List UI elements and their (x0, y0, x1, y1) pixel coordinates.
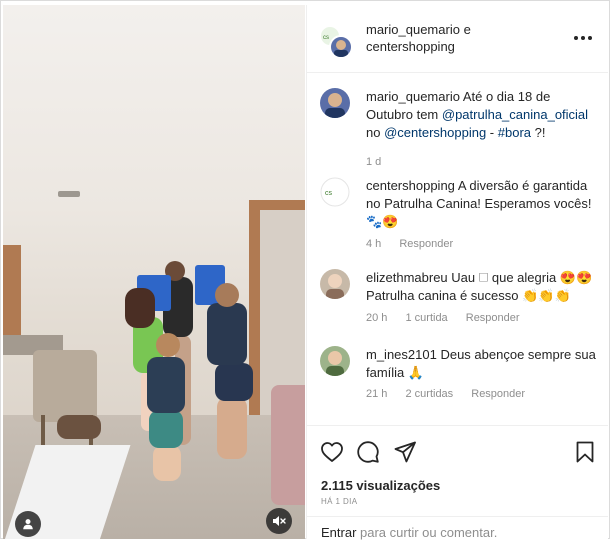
post-header-title: mario_quemario e centershopping (366, 21, 566, 55)
more-options-button[interactable] (572, 27, 594, 49)
reply-button[interactable]: Responder (399, 238, 453, 250)
post-date: HÁ 1 DIA (321, 497, 358, 506)
post-details-panel: cs mario_quemario e centershopping mario… (306, 5, 608, 543)
more-options-icon (581, 36, 585, 40)
view-count[interactable]: 2.115 visualizações (321, 478, 440, 493)
hashtag-link[interactable]: #bora (498, 125, 531, 140)
share-button[interactable] (393, 440, 417, 464)
comment-time: 20 h (366, 312, 388, 324)
add-comment-bar: Entrar para curtir ou comentar. (307, 516, 608, 544)
comment-body: ?! (531, 125, 546, 140)
post-video[interactable] (3, 5, 305, 539)
comment-body: no (366, 125, 385, 140)
mute-toggle-button[interactable] (266, 508, 292, 534)
more-options-icon (574, 36, 578, 40)
login-link[interactable]: Entrar (321, 525, 356, 540)
instagram-post-modal: cs mario_quemario e centershopping mario… (0, 0, 610, 543)
comment-username[interactable]: m_ines2101 (366, 347, 437, 362)
post-actions-bar: 2.115 visualizações HÁ 1 DIA Entrar para… (307, 425, 608, 543)
comment-button[interactable] (356, 440, 380, 464)
comment-time: 21 h (366, 388, 388, 400)
post-owner-link[interactable]: mario_quemario (366, 22, 460, 37)
save-button[interactable] (573, 440, 597, 464)
comment-text: centershopping A diversão é garantida no… (366, 177, 596, 231)
comment-meta: 21 h 2 curtidas Responder (366, 388, 540, 400)
comment-text: m_ines2101 Deus abençoe sempre sua famíl… (366, 346, 596, 382)
login-prompt-text: para curtir ou comentar. (356, 525, 498, 540)
comment-bubble-icon (357, 441, 379, 463)
bookmark-icon (576, 441, 594, 463)
comment-time: 4 h (366, 238, 382, 250)
dog-shape (57, 415, 101, 439)
mention-link[interactable]: @centershopping (384, 125, 486, 140)
avatar[interactable] (320, 269, 350, 299)
svg-text:cs: cs (325, 190, 333, 197)
comment-likes[interactable]: 2 curtidas (405, 388, 453, 400)
login-prompt: Entrar para curtir ou comentar. (321, 525, 497, 540)
person-shape (149, 410, 183, 448)
post-collaborator-link[interactable]: centershopping (366, 39, 455, 54)
comment-list[interactable]: mario_quemario Até o dia 18 de Outubro t… (307, 74, 608, 424)
person-shape (207, 303, 247, 365)
comment-body: - (486, 125, 498, 140)
heart-icon (321, 442, 343, 462)
person-shape (153, 445, 181, 481)
reply-button[interactable]: Responder (466, 312, 520, 324)
person-shape (217, 397, 247, 459)
comment-text: mario_quemario Até o dia 18 de Outubro t… (366, 88, 596, 142)
chair-shape (33, 350, 97, 422)
collab-avatars[interactable]: cs (319, 25, 353, 59)
speaker-muted-icon (273, 516, 286, 526)
comment-time: 1 d (366, 156, 382, 168)
comment-meta: 20 h 1 curtida Responder (366, 312, 535, 324)
ceiling-light-shape (58, 191, 80, 197)
post-header-joiner: e (463, 22, 471, 37)
person-shape (156, 333, 180, 357)
avatar[interactable]: cs (320, 177, 350, 207)
avatar[interactable] (320, 88, 350, 118)
sofa-shape (271, 385, 305, 505)
comment-username[interactable]: mario_quemario (366, 89, 460, 104)
mention-link[interactable]: @patrulha_canina_oficial (442, 107, 588, 122)
comment-username[interactable]: centershopping (366, 178, 455, 193)
comment-username[interactable]: elizethmabreu (366, 270, 448, 285)
svg-text:cs: cs (323, 35, 329, 41)
comment-text: elizethmabreu Uau 🗆 que alegria 😍😍 Patru… (366, 269, 596, 305)
avatar[interactable] (320, 346, 350, 376)
paper-plane-icon (394, 441, 416, 463)
person-shape (147, 357, 185, 413)
comment-meta: 4 h Responder (366, 238, 468, 250)
avatar (329, 35, 353, 59)
post-header: cs mario_quemario e centershopping (307, 5, 608, 73)
more-options-icon (588, 36, 592, 40)
comment-meta: 1 d (366, 156, 396, 168)
comment-likes[interactable]: 1 curtida (405, 312, 447, 324)
like-button[interactable] (320, 440, 344, 464)
user-tag-icon (23, 519, 33, 530)
user-tag-button[interactable] (15, 511, 41, 537)
person-shape (215, 283, 239, 307)
person-shape (215, 363, 253, 401)
reply-button[interactable]: Responder (471, 388, 525, 400)
person-shape (125, 288, 155, 328)
